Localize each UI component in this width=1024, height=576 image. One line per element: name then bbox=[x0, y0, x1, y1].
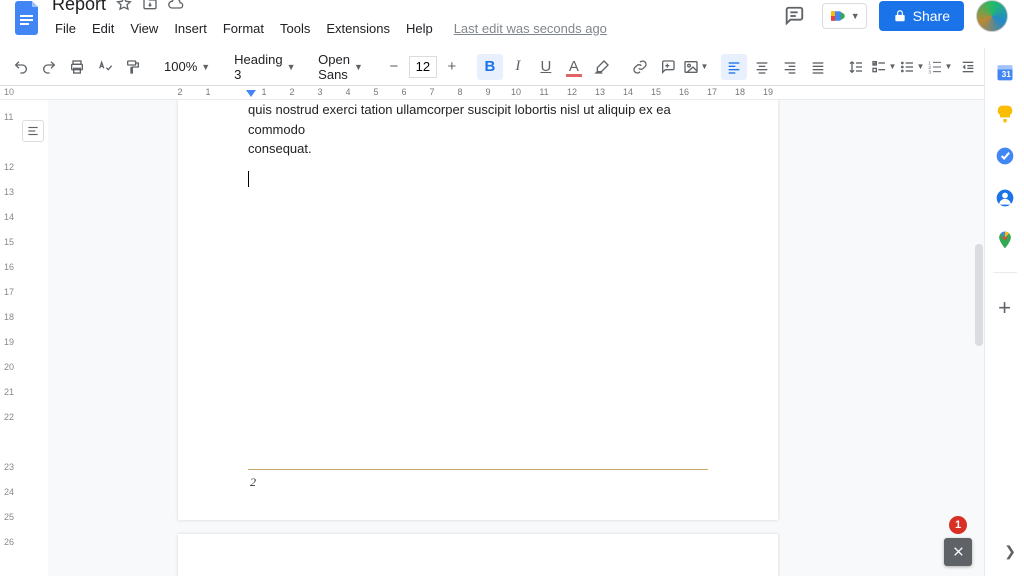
dropdown-icon: ▼ bbox=[201, 62, 210, 72]
dropdown-icon: ▼ bbox=[700, 62, 708, 71]
last-edit-link[interactable]: Last edit was seconds ago bbox=[454, 21, 607, 36]
tasks-icon[interactable] bbox=[995, 146, 1015, 166]
text-cursor bbox=[248, 171, 249, 187]
font-size-controls: − 12 + bbox=[381, 54, 465, 80]
increase-font-button[interactable]: + bbox=[439, 54, 465, 80]
page[interactable] bbox=[178, 534, 778, 576]
spellcheck-button[interactable] bbox=[92, 54, 118, 80]
side-panel: 31 + bbox=[984, 48, 1024, 576]
link-button[interactable] bbox=[627, 54, 653, 80]
header: Report File Edit View Insert Format Tool… bbox=[0, 0, 1024, 28]
align-left-button[interactable] bbox=[721, 54, 747, 80]
checklist-button[interactable]: ▼ bbox=[871, 54, 897, 80]
dropdown-icon: ▼ bbox=[916, 62, 924, 71]
highlight-button[interactable] bbox=[589, 54, 615, 80]
side-panel-collapse-button[interactable]: ❯ bbox=[1004, 543, 1016, 560]
menu-file[interactable]: File bbox=[48, 19, 83, 38]
align-justify-button[interactable] bbox=[805, 54, 831, 80]
meet-button[interactable]: ▼ bbox=[822, 3, 867, 29]
header-right: ▼ Share bbox=[778, 0, 1016, 32]
svg-text:3: 3 bbox=[929, 69, 932, 74]
redo-button[interactable] bbox=[36, 54, 62, 80]
share-button[interactable]: Share bbox=[879, 1, 964, 31]
italic-button[interactable]: I bbox=[505, 54, 531, 80]
document-title[interactable]: Report bbox=[48, 0, 106, 15]
decrease-indent-button[interactable] bbox=[955, 54, 981, 80]
align-center-button[interactable] bbox=[749, 54, 775, 80]
text-color-button[interactable]: A bbox=[561, 54, 587, 80]
paint-format-button[interactable] bbox=[120, 54, 146, 80]
page-number: 2 bbox=[250, 475, 256, 490]
menu-insert[interactable]: Insert bbox=[167, 19, 214, 38]
dropdown-icon: ▼ bbox=[944, 62, 952, 71]
scrollbar-thumb[interactable] bbox=[975, 244, 983, 346]
image-button[interactable]: ▼ bbox=[683, 54, 709, 80]
line-spacing-button[interactable] bbox=[843, 54, 869, 80]
title-area: Report File Edit View Insert Format Tool… bbox=[48, 0, 778, 39]
bullet-list-button[interactable]: ▼ bbox=[899, 54, 925, 80]
maps-icon[interactable] bbox=[995, 230, 1015, 250]
star-icon[interactable] bbox=[116, 0, 132, 12]
zoom-select[interactable]: 100%▼ bbox=[158, 56, 216, 77]
main-area: 1011121314151617181920212223242526 quis … bbox=[0, 100, 984, 576]
page[interactable]: quis nostrud exerci tation ullamcorper s… bbox=[178, 100, 778, 520]
menu-format[interactable]: Format bbox=[216, 19, 271, 38]
vertical-ruler[interactable]: 1011121314151617181920212223242526 bbox=[0, 100, 18, 576]
share-label: Share bbox=[913, 8, 950, 24]
indent-marker[interactable] bbox=[246, 90, 256, 98]
horizontal-ruler[interactable]: 2112345678910111213141516171819 bbox=[0, 86, 1024, 100]
account-avatar[interactable] bbox=[976, 0, 1008, 32]
decrease-font-button[interactable]: − bbox=[381, 54, 407, 80]
outline-gutter bbox=[18, 100, 48, 576]
explore-area: 1 bbox=[944, 516, 972, 566]
toolbar: 100%▼ Heading 3▼ Open Sans▼ − 12 + B I U… bbox=[0, 48, 1024, 86]
docs-logo[interactable] bbox=[12, 2, 44, 34]
undo-button[interactable] bbox=[8, 54, 34, 80]
cloud-icon[interactable] bbox=[168, 0, 184, 12]
footer-divider bbox=[248, 469, 708, 470]
explore-button[interactable] bbox=[944, 538, 972, 566]
font-size-input[interactable]: 12 bbox=[409, 56, 437, 78]
calendar-icon[interactable]: 31 bbox=[995, 62, 1015, 82]
dropdown-icon: ▼ bbox=[888, 62, 896, 71]
keep-icon[interactable] bbox=[995, 104, 1015, 124]
menu-bar: File Edit View Insert Format Tools Exten… bbox=[48, 17, 778, 39]
align-right-button[interactable] bbox=[777, 54, 803, 80]
outline-toggle-button[interactable] bbox=[22, 120, 44, 142]
font-select[interactable]: Open Sans▼ bbox=[312, 49, 369, 85]
menu-help[interactable]: Help bbox=[399, 19, 440, 38]
menu-view[interactable]: View bbox=[123, 19, 165, 38]
menu-edit[interactable]: Edit bbox=[85, 19, 121, 38]
document-canvas[interactable]: quis nostrud exerci tation ullamcorper s… bbox=[48, 100, 984, 576]
numbered-list-button[interactable]: 123▼ bbox=[927, 54, 953, 80]
style-select[interactable]: Heading 3▼ bbox=[228, 49, 300, 85]
menu-tools[interactable]: Tools bbox=[273, 19, 317, 38]
lock-icon bbox=[893, 9, 907, 23]
dropdown-icon: ▼ bbox=[354, 62, 363, 72]
body-text[interactable]: quis nostrud exerci tation ullamcorper s… bbox=[178, 100, 778, 159]
add-addon-button[interactable]: + bbox=[998, 295, 1011, 321]
print-button[interactable] bbox=[64, 54, 90, 80]
dropdown-icon: ▼ bbox=[287, 62, 296, 72]
comment-history-button[interactable] bbox=[778, 0, 810, 32]
menu-extensions[interactable]: Extensions bbox=[319, 19, 397, 38]
meet-icon bbox=[829, 8, 849, 24]
underline-button[interactable]: U bbox=[533, 54, 559, 80]
bold-button[interactable]: B bbox=[477, 54, 503, 80]
dropdown-icon: ▼ bbox=[851, 11, 860, 21]
svg-text:31: 31 bbox=[1001, 69, 1011, 79]
notification-badge[interactable]: 1 bbox=[949, 516, 967, 534]
contacts-icon[interactable] bbox=[995, 188, 1015, 208]
move-icon[interactable] bbox=[142, 0, 158, 12]
comment-button[interactable] bbox=[655, 54, 681, 80]
